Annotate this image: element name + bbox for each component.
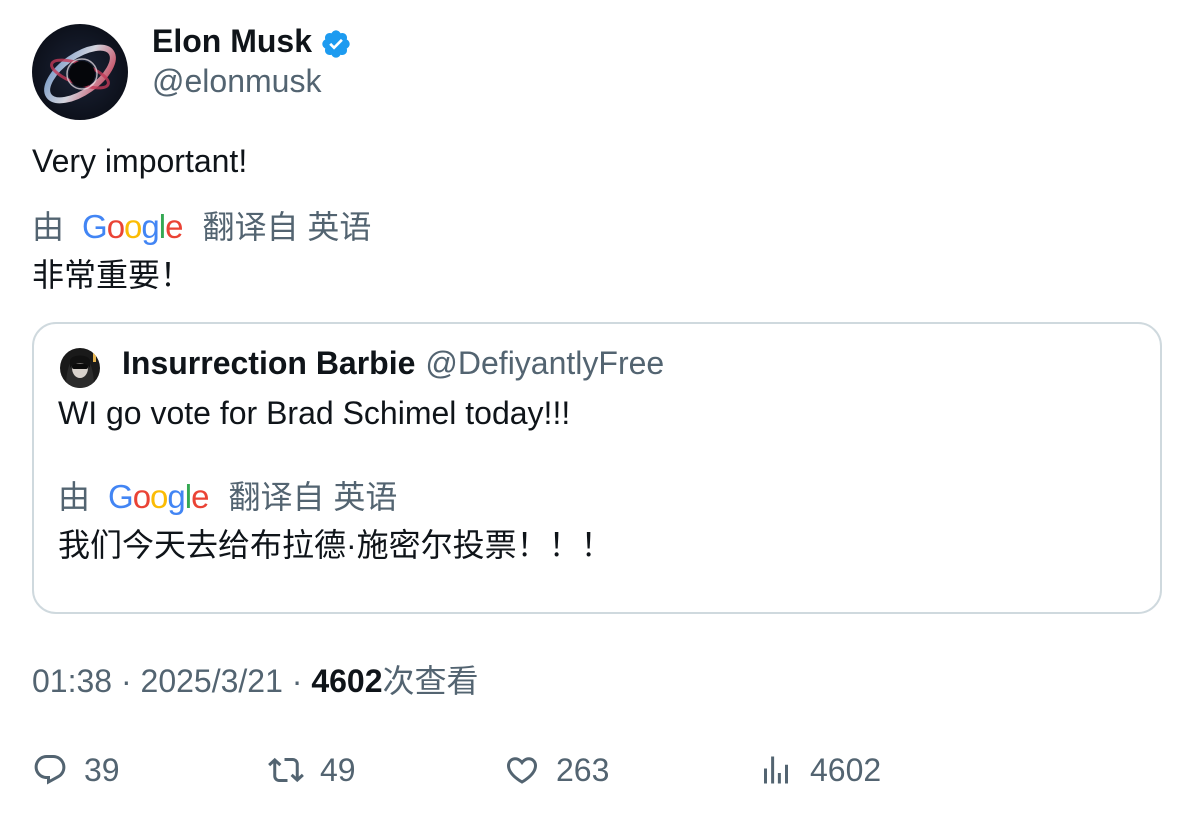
google-logo-letter: e (165, 208, 183, 245)
repost-count: 49 (320, 752, 356, 788)
views-count-action: 4602 (810, 752, 882, 788)
quote-author[interactable]: Insurrection Barbie @DefiyantlyFree (122, 344, 664, 382)
views-suffix: 次查看 (382, 663, 479, 699)
repost-button[interactable]: 49 (268, 748, 356, 792)
quoted-post-card[interactable]: Insurrection Barbie @DefiyantlyFree WI go… (32, 322, 1162, 614)
google-logo-letter: G (82, 208, 108, 245)
translation-prefix: 由 (58, 479, 91, 515)
google-logo-letter: g (167, 478, 185, 515)
author-name[interactable]: Elon Musk (152, 22, 312, 60)
translation-source: 翻译自 英语 (228, 479, 398, 515)
google-logo-letter: o (150, 478, 168, 515)
quote-text: WI go vote for Brad Schimel today!!! (58, 395, 571, 431)
quote-translation-attribution: 由 Google 翻译自 英语 (58, 478, 397, 516)
quote-author-handle[interactable]: @DefiyantlyFree (425, 345, 664, 381)
author-avatar[interactable] (32, 24, 128, 120)
translation-prefix: 由 (32, 209, 65, 245)
translation-attribution: 由 Google 翻译自 英语 (32, 208, 371, 246)
post-timestamp[interactable]: 01:38 · 2025/3/21 · (32, 663, 311, 699)
tweet-text: Very important! (32, 143, 248, 179)
repost-icon (268, 757, 304, 783)
google-logo-letter: g (141, 208, 159, 245)
views-chart-icon (764, 756, 788, 784)
google-logo-letter: G (108, 478, 134, 515)
quote-avatar[interactable] (60, 348, 100, 388)
heart-icon (506, 757, 538, 784)
views-button[interactable]: 4602 (758, 748, 881, 792)
google-logo-letter: o (132, 478, 151, 515)
google-logo[interactable]: Google (108, 478, 209, 516)
reply-count: 39 (84, 752, 120, 788)
google-logo[interactable]: Google (82, 208, 183, 246)
reply-icon (34, 755, 66, 785)
post-meta: 01:38 · 2025/3/21 · 4602次查看 (32, 662, 479, 700)
reply-button[interactable]: 39 (32, 748, 120, 792)
like-button[interactable]: 263 (504, 748, 609, 792)
google-logo-letter: e (191, 478, 209, 515)
action-bar: 39 49 263 4602 (32, 748, 1164, 792)
verified-badge-icon (320, 28, 352, 60)
quote-author-name[interactable]: Insurrection Barbie (122, 345, 415, 381)
like-count: 263 (556, 752, 610, 788)
translated-quote-text: 我们今天去给布拉德·施密尔投票！！！ (58, 527, 613, 563)
google-logo-letter: o (124, 208, 142, 245)
translation-source: 翻译自 英语 (202, 209, 372, 245)
author-handle[interactable]: @elonmusk (152, 62, 321, 100)
translated-tweet-text: 非常重要！ (32, 257, 193, 293)
google-logo-letter: o (106, 208, 125, 245)
views-count: 4602 (311, 663, 383, 699)
